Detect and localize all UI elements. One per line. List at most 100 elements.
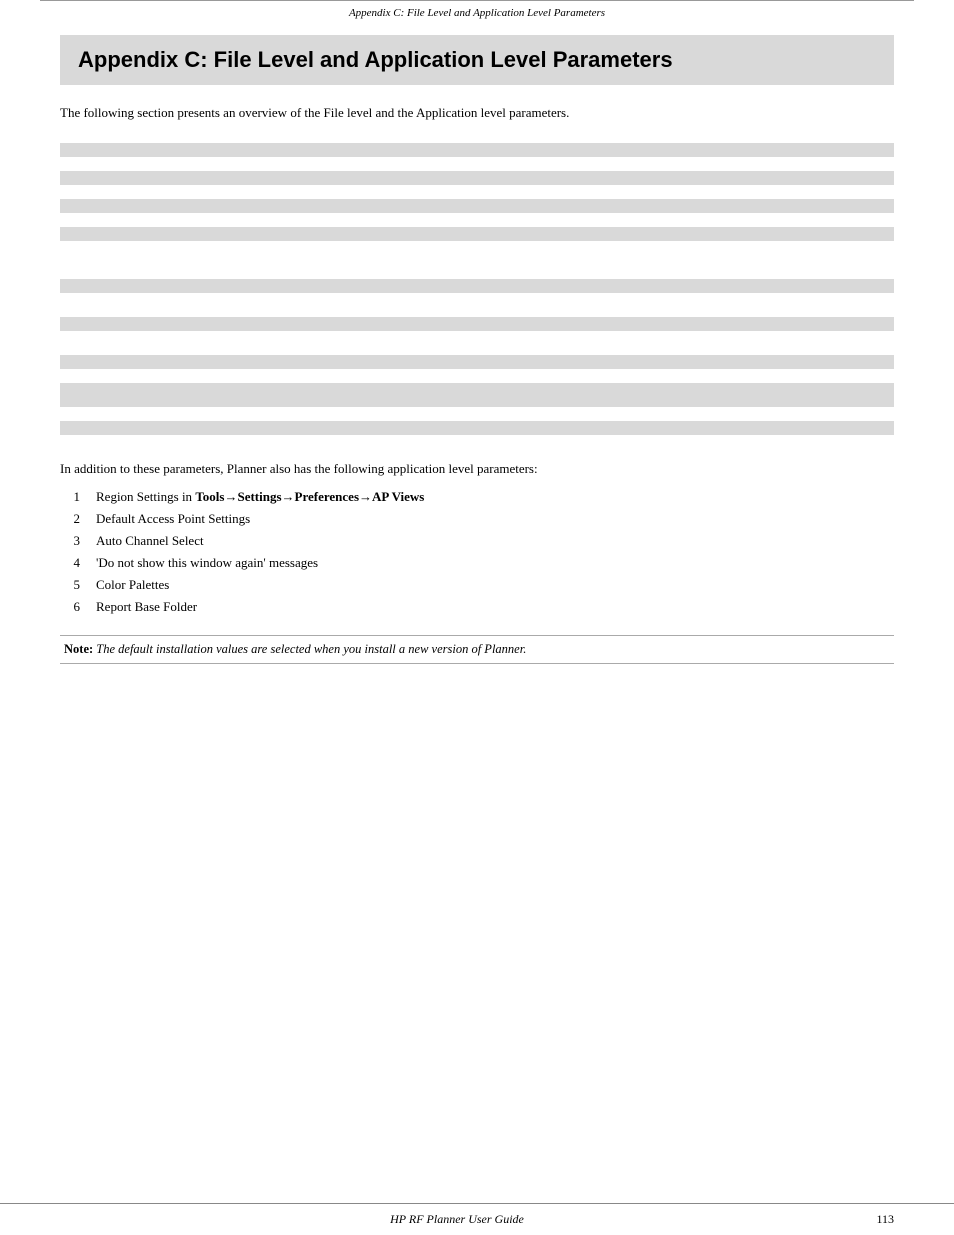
table-cell: [727, 241, 894, 255]
table-cell: [560, 213, 727, 227]
list-text-2: Default Access Point Settings: [96, 508, 250, 530]
list-num-3: 3: [60, 530, 80, 552]
table-cell: [727, 355, 894, 369]
table-1: [60, 143, 894, 255]
page-footer: HP RF Planner User Guide 113: [0, 1203, 954, 1235]
numbered-list: 1 Region Settings in Tools→Settings→Pref…: [60, 486, 894, 619]
table-cell: [227, 171, 394, 185]
list-text-1: Region Settings in Tools→Settings→Prefer…: [96, 486, 424, 508]
chapter-title-block: Appendix C: File Level and Application L…: [60, 35, 894, 85]
table-cell: [560, 185, 727, 199]
footer-page: 113: [854, 1212, 894, 1227]
list-item: 3 Auto Channel Select: [60, 530, 894, 552]
table-2: [60, 279, 894, 435]
table-cell: [394, 355, 561, 369]
table-cell: [560, 407, 727, 421]
table-cell: [394, 157, 561, 171]
table-section-2: [60, 279, 894, 435]
table-cell: [227, 293, 394, 317]
table-cell: [227, 421, 394, 435]
table-cell: [60, 407, 227, 421]
list-num-4: 4: [60, 552, 80, 574]
table-cell: [60, 279, 227, 293]
table-cell: [727, 199, 894, 213]
table-cell: [227, 407, 394, 421]
list-bold-1: Tools→Settings→Preferences→AP Views: [195, 489, 424, 504]
table-cell: [394, 293, 561, 317]
list-text-5: Color Palettes: [96, 574, 169, 596]
table-cell: [227, 383, 394, 407]
table-cell: [727, 157, 894, 171]
table-cell: [227, 185, 394, 199]
list-item: 1 Region Settings in Tools→Settings→Pref…: [60, 486, 894, 508]
list-text-4: 'Do not show this window again' messages: [96, 552, 318, 574]
table-cell: [60, 157, 227, 171]
table-cell: [727, 171, 894, 185]
table-cell: [560, 241, 727, 255]
table-cell: [560, 331, 727, 355]
table-cell: [727, 407, 894, 421]
table-cell: [227, 331, 394, 355]
table-cell: [560, 421, 727, 435]
table-cell: [60, 241, 227, 255]
table-cell: [727, 331, 894, 355]
table-cell: [394, 369, 561, 383]
table-cell: [60, 421, 227, 435]
table-cell: [227, 241, 394, 255]
table-cell: [227, 317, 394, 331]
list-num-2: 2: [60, 508, 80, 530]
list-num-5: 5: [60, 574, 80, 596]
table-cell: [60, 227, 227, 241]
table-cell: [227, 355, 394, 369]
table-cell: [727, 185, 894, 199]
list-num-6: 6: [60, 596, 80, 618]
table-cell: [394, 213, 561, 227]
table-cell: [60, 199, 227, 213]
chapter-title: Appendix C: File Level and Application L…: [78, 47, 876, 73]
table-cell: [60, 213, 227, 227]
table-cell: [727, 227, 894, 241]
table-cell: [60, 185, 227, 199]
note-box: Note: The default installation values ar…: [60, 635, 894, 664]
list-text-3: Auto Channel Select: [96, 530, 204, 552]
table-cell: [394, 383, 561, 407]
table-cell: [394, 279, 561, 293]
table-cell: [394, 421, 561, 435]
list-item: 6 Report Base Folder: [60, 596, 894, 618]
table-cell: [727, 143, 894, 157]
list-item: 4 'Do not show this window again' messag…: [60, 552, 894, 574]
table-cell: [227, 279, 394, 293]
table-cell: [227, 227, 394, 241]
table-cell: [60, 369, 227, 383]
table-cell: [60, 355, 227, 369]
note-label: Note:: [64, 642, 93, 656]
list-item: 5 Color Palettes: [60, 574, 894, 596]
table-cell: [394, 317, 561, 331]
table-cell: [60, 331, 227, 355]
list-num-1: 1: [60, 486, 80, 508]
table-cell: [227, 369, 394, 383]
table-cell: [727, 369, 894, 383]
table-cell: [394, 185, 561, 199]
table-cell: [394, 171, 561, 185]
table-cell: [60, 171, 227, 185]
table-cell: [60, 143, 227, 157]
table-cell: [227, 143, 394, 157]
footer-center: HP RF Planner User Guide: [60, 1212, 854, 1227]
table-cell: [394, 227, 561, 241]
list-text-6: Report Base Folder: [96, 596, 197, 618]
table-cell: [60, 317, 227, 331]
table-cell: [60, 293, 227, 317]
table-section-1: [60, 143, 894, 255]
table-cell: [727, 213, 894, 227]
table-cell: [560, 279, 727, 293]
table-cell: [60, 383, 227, 407]
table-cell: [727, 279, 894, 293]
table-cell: [227, 199, 394, 213]
table-cell: [560, 199, 727, 213]
table-cell: [560, 317, 727, 331]
table-cell: [560, 355, 727, 369]
table-cell: [560, 227, 727, 241]
table-cell: [394, 143, 561, 157]
main-content: Appendix C: File Level and Application L…: [0, 19, 954, 1203]
